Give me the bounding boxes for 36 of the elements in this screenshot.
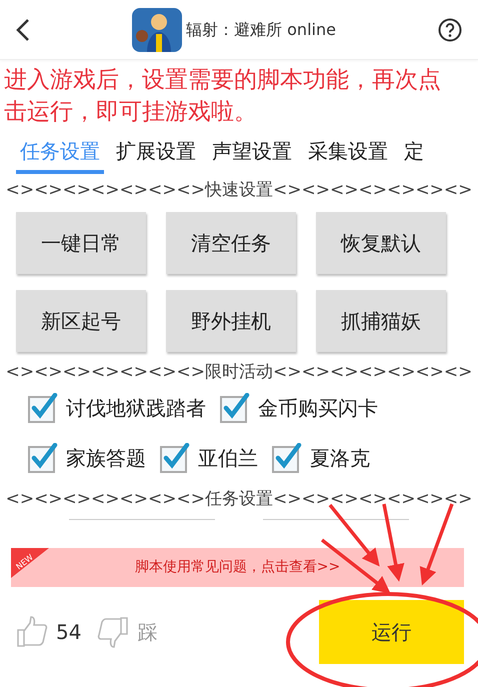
tab[interactable]: 声望设置: [208, 136, 296, 174]
checkbox-label: 夏洛克: [310, 445, 370, 472]
checkbox[interactable]: [28, 393, 58, 423]
instruction-text: 进入游戏后，设置需要的脚本功能，再次点击运行，即可挂游戏啦。: [3, 66, 442, 127]
input-field[interactable]: [263, 516, 409, 520]
input-field[interactable]: [69, 516, 215, 520]
checkbox[interactable]: [272, 443, 302, 473]
tab[interactable]: 扩展设置: [112, 136, 200, 174]
action-button[interactable]: 新区起号: [16, 290, 146, 352]
checkbox-label: 亚伯兰: [198, 445, 258, 472]
app-title: 辐射：避难所 online: [186, 18, 336, 40]
run-button[interactable]: 运行: [319, 600, 464, 664]
checkbox-label: 家族答题: [66, 445, 146, 472]
app-icon: [132, 8, 182, 52]
checkbox[interactable]: [28, 443, 58, 473]
checkbox[interactable]: [160, 443, 190, 473]
section-title: <><><><><><><>限时活动<><><><><><><>: [4, 360, 474, 384]
like-count: 54: [56, 618, 82, 646]
help-icon[interactable]: [438, 18, 462, 42]
banner-text: 脚本使用常见问题，点击查看>>: [134, 558, 340, 576]
action-button[interactable]: 一键日常: [16, 212, 146, 274]
checkbox-label: 讨伐地狱践踏者: [66, 395, 206, 422]
action-button[interactable]: 抓捕猫妖: [316, 290, 446, 352]
dislike-label: 踩: [137, 618, 158, 646]
checkbox[interactable]: [220, 393, 250, 423]
checkbox-label: 金币购买闪卡: [258, 395, 378, 422]
thumbs-up-icon[interactable]: [16, 616, 48, 648]
back-icon[interactable]: [16, 18, 30, 42]
action-button[interactable]: 恢复默认: [316, 212, 446, 274]
section-title: <><><><><><><>任务设置<><><><><><><>: [4, 488, 474, 511]
section-title: <><><><><><><>快速设置<><><><><><><>: [4, 179, 474, 202]
tab[interactable]: 采集设置: [304, 136, 392, 174]
tab[interactable]: 定: [400, 136, 428, 174]
thumbs-down-icon[interactable]: [97, 616, 130, 648]
action-button[interactable]: 清空任务: [166, 212, 296, 274]
action-button[interactable]: 野外挂机: [166, 290, 296, 352]
